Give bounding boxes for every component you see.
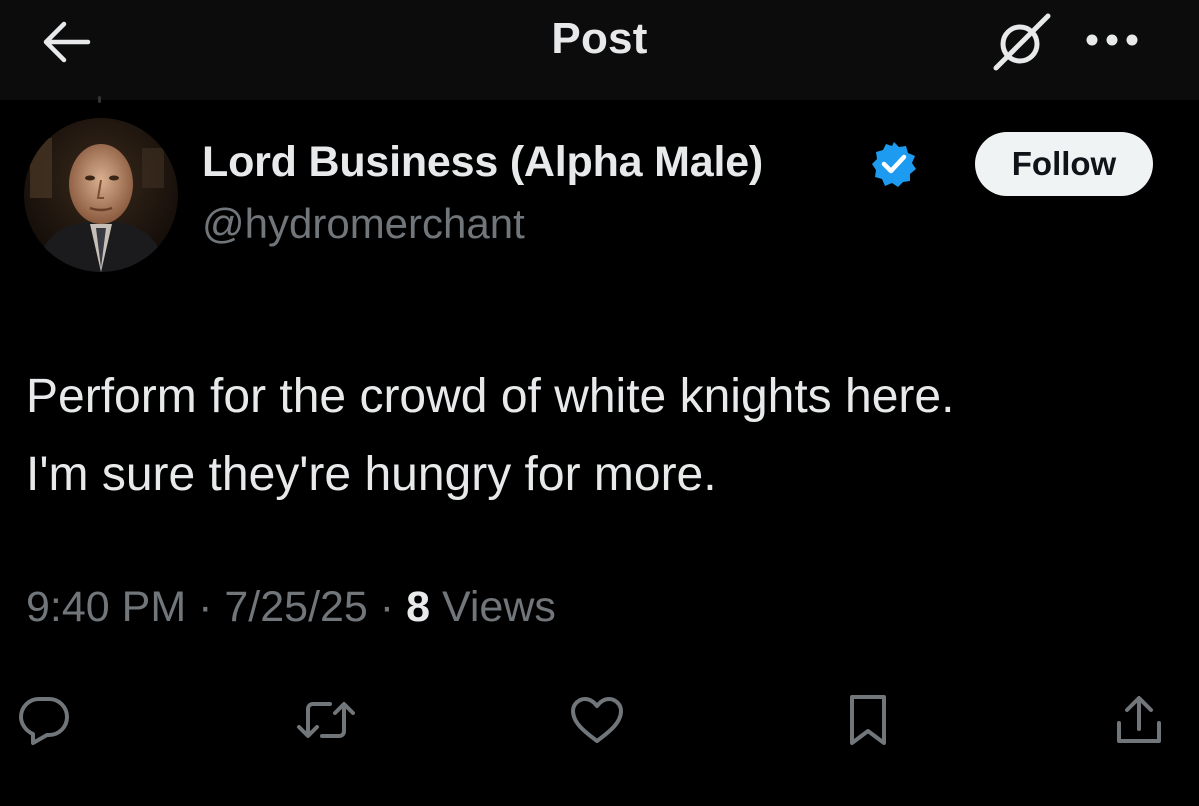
author-handle[interactable]: @hydromerchant — [202, 200, 525, 248]
meta-separator: · — [198, 583, 213, 631]
post-meta: 9:40 PM · 7/25/25 · 8 Views — [26, 583, 556, 632]
views-count: 8 — [406, 583, 430, 631]
meta-separator: · — [379, 583, 395, 631]
heart-icon — [571, 697, 623, 743]
verified-badge-icon — [870, 140, 918, 188]
more-button[interactable] — [1082, 20, 1142, 60]
views-label: Views — [441, 583, 556, 631]
repost-icon — [297, 702, 355, 738]
more-dots-icon — [1086, 34, 1138, 46]
grok-icon — [993, 13, 1051, 71]
reply-button[interactable] — [14, 690, 74, 750]
top-bar: Post — [0, 0, 1199, 100]
thread-connector — [98, 96, 101, 103]
grok-button[interactable] — [990, 12, 1054, 72]
like-button[interactable] — [567, 690, 627, 750]
post-text-line: Perform for the crowd of white knights h… — [26, 370, 955, 423]
post-text: Perform for the crowd of white knights h… — [26, 358, 1176, 514]
avatar[interactable] — [24, 118, 178, 272]
post-text-line: I'm sure they're hungry for more. — [26, 448, 717, 501]
bookmark-icon — [850, 695, 886, 745]
post-date[interactable]: 7/25/25 — [224, 583, 367, 631]
share-button[interactable] — [1109, 690, 1169, 750]
bookmark-button[interactable] — [838, 690, 898, 750]
display-name[interactable]: Lord Business (Alpha Male) — [202, 138, 763, 187]
reply-icon — [19, 697, 69, 745]
repost-button[interactable] — [296, 690, 356, 750]
avatar-image — [24, 118, 178, 272]
post-time[interactable]: 9:40 PM — [26, 583, 186, 631]
share-icon — [1117, 696, 1161, 743]
follow-button[interactable]: Follow — [975, 132, 1153, 196]
